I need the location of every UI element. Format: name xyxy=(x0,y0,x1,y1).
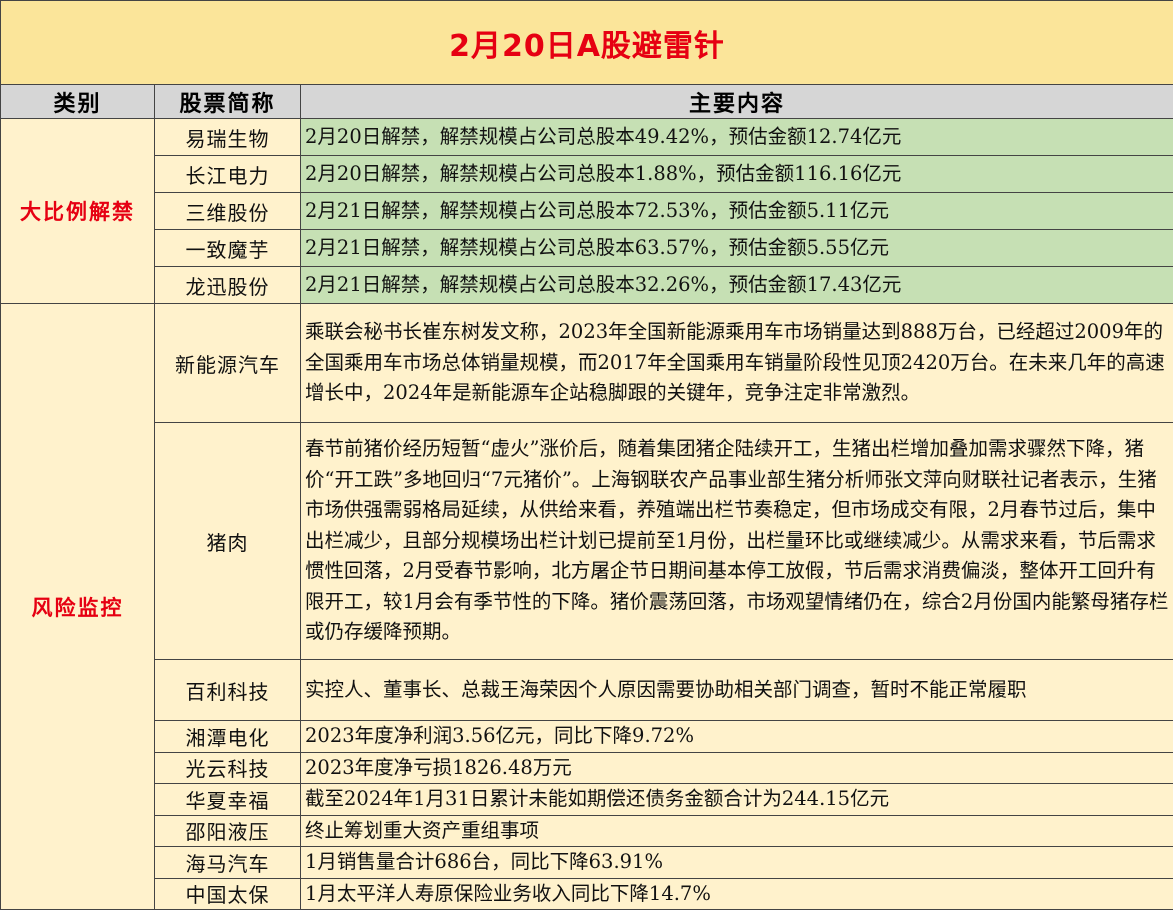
table-row: 猪肉 春节前猪价经历短暂“虚火”涨价后，随着集团猪企陆续开工，生猪出栏增加叠加需… xyxy=(1,423,1173,660)
category-unlock: 大比例解禁 xyxy=(1,119,155,304)
content-cell: 2月20日解禁，解禁规模占公司总股本1.88%，预估金额116.16亿元 xyxy=(301,156,1173,193)
content-cell: 2023年度净利润3.56亿元，同比下降9.72% xyxy=(301,721,1173,753)
stock-name: 湘潭电化 xyxy=(155,721,301,753)
table-row: 百利科技 实控人、董事长、总裁王海荣因个人原因需要协助相关部门调查，暂时不能正常… xyxy=(1,660,1173,721)
table-row: 大比例解禁 易瑞生物 2月20日解禁，解禁规模占公司总股本49.42%，预估金额… xyxy=(1,119,1173,156)
content-cell: 2月20日解禁，解禁规模占公司总股本49.42%，预估金额12.74亿元 xyxy=(301,119,1173,156)
table-row: 一致魔芋 2月21日解禁，解禁规模占公司总股本63.57%，预估金额5.55亿元 xyxy=(1,230,1173,267)
table-row: 三维股份 2月21日解禁，解禁规模占公司总股本72.53%，预估金额5.11亿元 xyxy=(1,193,1173,230)
table-row: 龙迅股份 2月21日解禁，解禁规模占公司总股本32.26%，预估金额17.43亿… xyxy=(1,267,1173,304)
stock-name: 三维股份 xyxy=(155,193,301,230)
table-row: 风险监控 新能源汽车 乘联会秘书长崔东树发文称，2023年全国新能源乘用车市场销… xyxy=(1,304,1173,423)
header-stock: 股票简称 xyxy=(155,85,301,119)
stock-name: 龙迅股份 xyxy=(155,267,301,304)
content-cell: 春节前猪价经历短暂“虚火”涨价后，随着集团猪企陆续开工，生猪出栏增加叠加需求骤然… xyxy=(301,423,1173,660)
content-cell: 2023年度净亏损1826.48万元 xyxy=(301,752,1173,784)
stock-name: 光云科技 xyxy=(155,752,301,784)
page-title: 2月20日A股避雷针 xyxy=(1,1,1173,85)
header-row: 类别 股票简称 主要内容 xyxy=(1,85,1173,119)
risk-table: 2月20日A股避雷针 类别 股票简称 主要内容 大比例解禁 易瑞生物 2月20日… xyxy=(0,0,1173,910)
stock-name: 新能源汽车 xyxy=(155,304,301,423)
stock-name: 邵阳液压 xyxy=(155,815,301,847)
table-row: 邵阳液压 终止筹划重大资产重组事项 xyxy=(1,815,1173,847)
content-cell: 终止筹划重大资产重组事项 xyxy=(301,815,1173,847)
table-row: 华夏幸福 截至2024年1月31日累计未能如期偿还债务金额合计为244.15亿元 xyxy=(1,784,1173,816)
table-row: 长江电力 2月20日解禁，解禁规模占公司总股本1.88%，预估金额116.16亿… xyxy=(1,156,1173,193)
content-cell: 乘联会秘书长崔东树发文称，2023年全国新能源乘用车市场销量达到888万台，已经… xyxy=(301,304,1173,423)
header-category: 类别 xyxy=(1,85,155,119)
content-cell: 1月销售量合计686台，同比下降63.91% xyxy=(301,847,1173,879)
content-cell: 2月21日解禁，解禁规模占公司总股本63.57%，预估金额5.55亿元 xyxy=(301,230,1173,267)
table-row: 湘潭电化 2023年度净利润3.56亿元，同比下降9.72% xyxy=(1,721,1173,753)
stock-name: 猪肉 xyxy=(155,423,301,660)
stock-name: 华夏幸福 xyxy=(155,784,301,816)
table-row: 海马汽车 1月销售量合计686台，同比下降63.91% xyxy=(1,847,1173,879)
stock-name: 长江电力 xyxy=(155,156,301,193)
stock-name: 一致魔芋 xyxy=(155,230,301,267)
category-risk: 风险监控 xyxy=(1,304,155,910)
stock-name: 易瑞生物 xyxy=(155,119,301,156)
content-cell: 截至2024年1月31日累计未能如期偿还债务金额合计为244.15亿元 xyxy=(301,784,1173,816)
content-cell: 实控人、董事长、总裁王海荣因个人原因需要协助相关部门调查，暂时不能正常履职 xyxy=(301,660,1173,721)
table-row: 光云科技 2023年度净亏损1826.48万元 xyxy=(1,752,1173,784)
content-cell: 2月21日解禁，解禁规模占公司总股本72.53%，预估金额5.11亿元 xyxy=(301,193,1173,230)
stock-name: 海马汽车 xyxy=(155,847,301,879)
stock-name: 百利科技 xyxy=(155,660,301,721)
header-content: 主要内容 xyxy=(301,85,1173,119)
content-cell: 2月21日解禁，解禁规模占公司总股本32.26%，预估金额17.43亿元 xyxy=(301,267,1173,304)
